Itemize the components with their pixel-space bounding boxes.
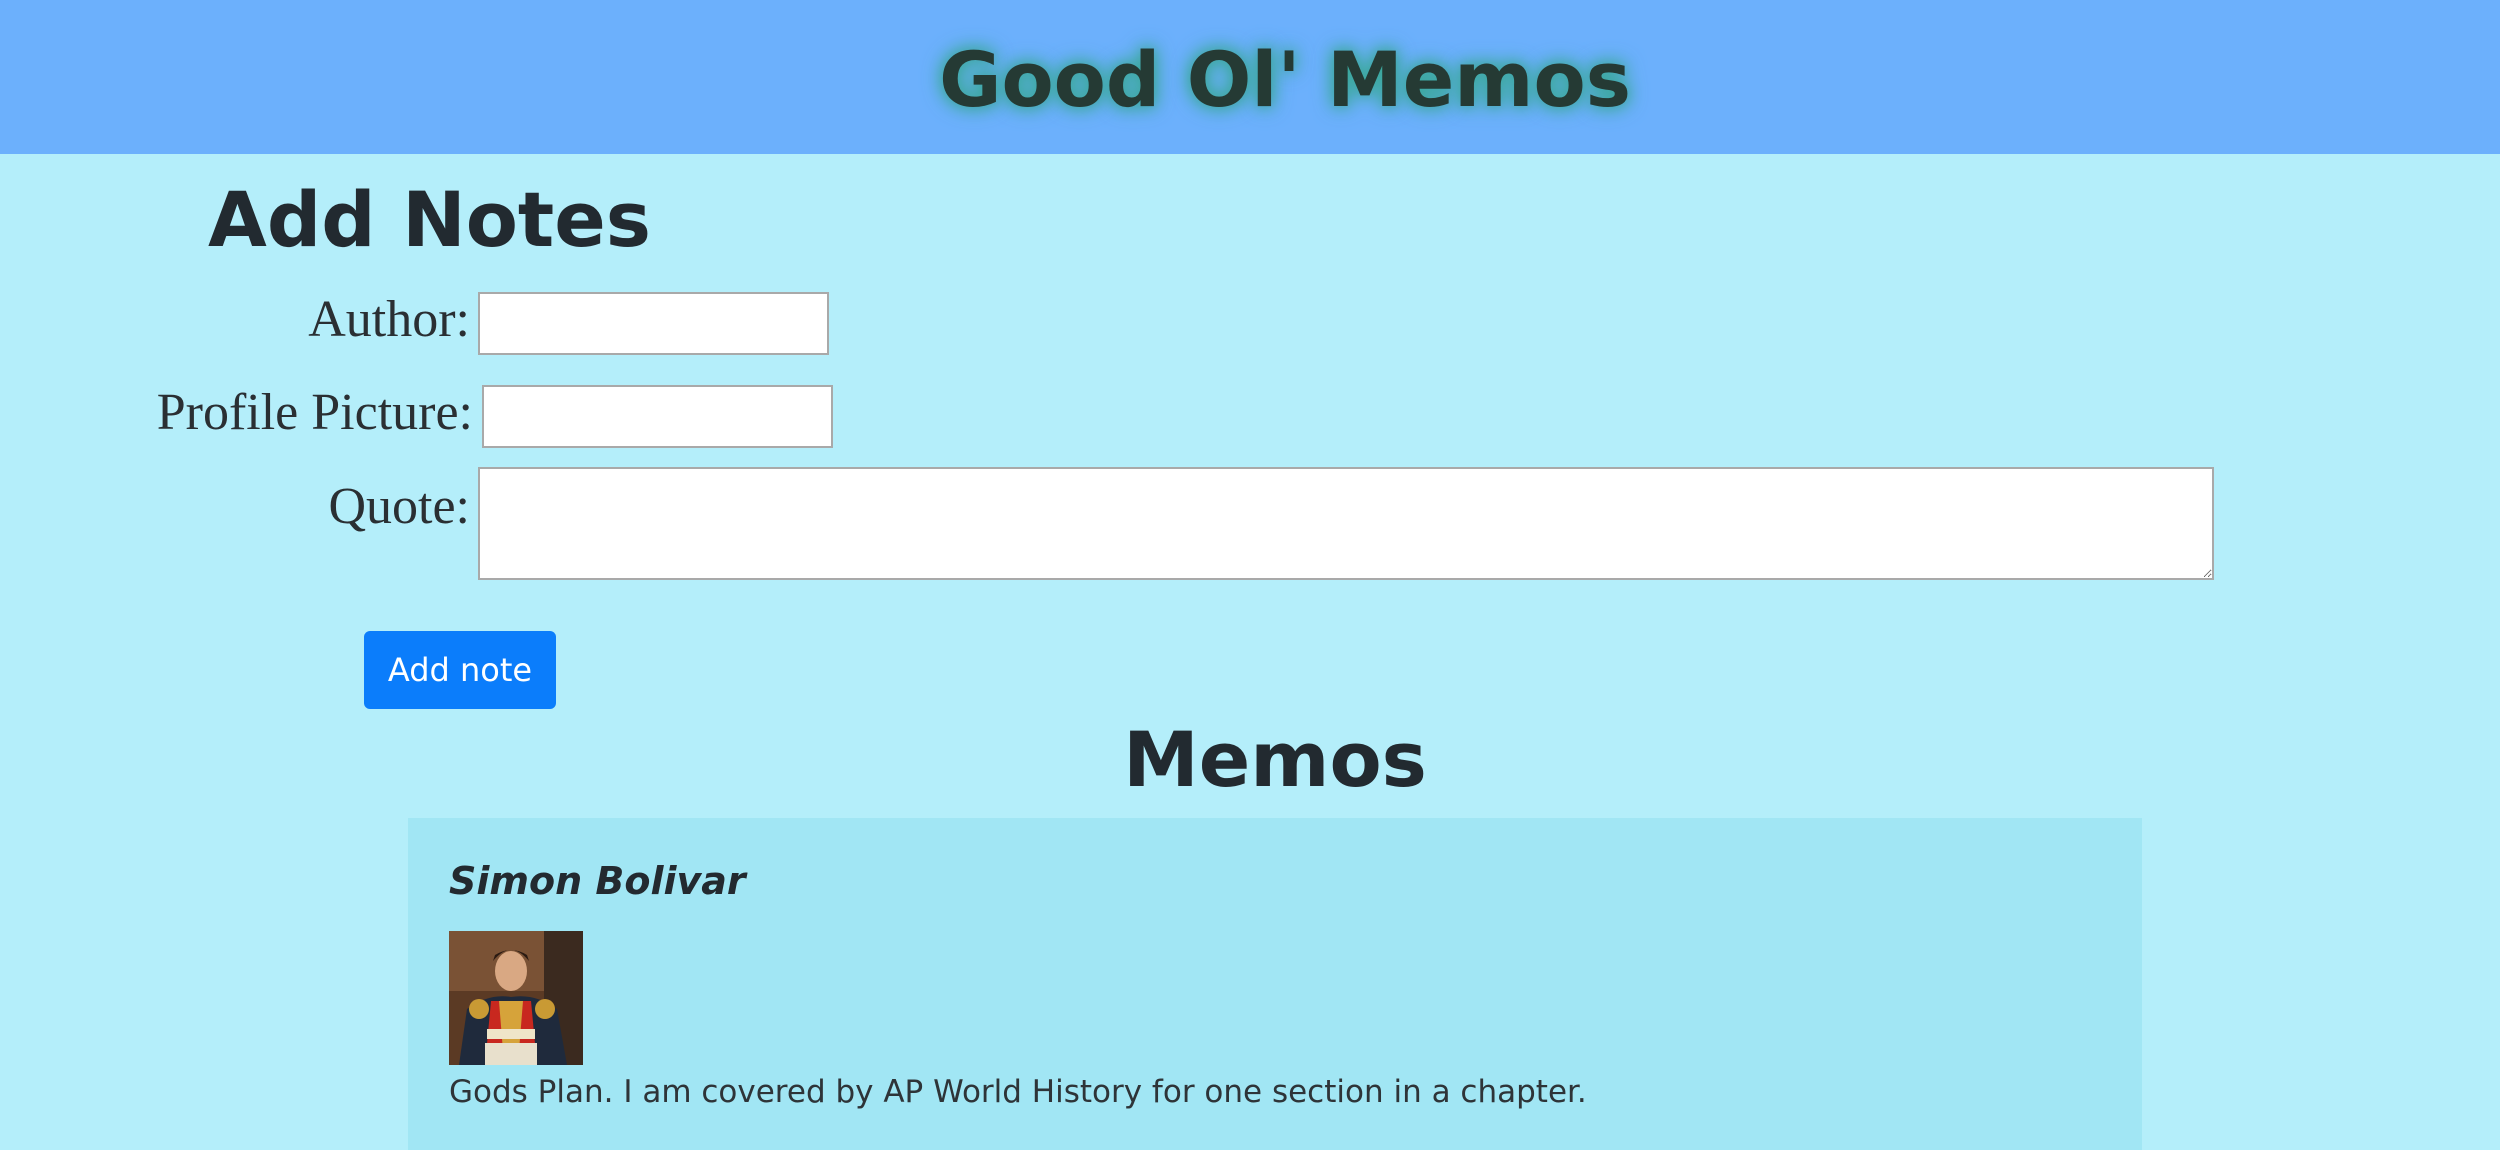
profile-picture-input[interactable] <box>482 385 833 448</box>
author-label: Author: <box>308 291 470 348</box>
site-title: Good Ol' Memos <box>939 35 1631 124</box>
memo-card: Simon Bolivar Gods Plan. I am covered by… <box>408 818 2142 1150</box>
memo-profile-picture <box>449 931 583 1065</box>
quote-textarea[interactable] <box>478 467 2214 580</box>
add-notes-title: Add Notes <box>208 175 652 264</box>
quote-label: Quote: <box>328 478 470 535</box>
author-input[interactable] <box>478 292 829 355</box>
portrait-image <box>449 931 583 1065</box>
memos-title: Memos <box>1123 715 1427 804</box>
site-header: Good Ol' Memos <box>0 0 2500 154</box>
add-note-button[interactable]: Add note <box>364 631 556 709</box>
memo-author: Simon Bolivar <box>449 859 746 903</box>
memo-quote: Gods Plan. I am covered by AP World Hist… <box>449 1074 1587 1110</box>
profile-picture-label: Profile Picture: <box>156 384 473 441</box>
